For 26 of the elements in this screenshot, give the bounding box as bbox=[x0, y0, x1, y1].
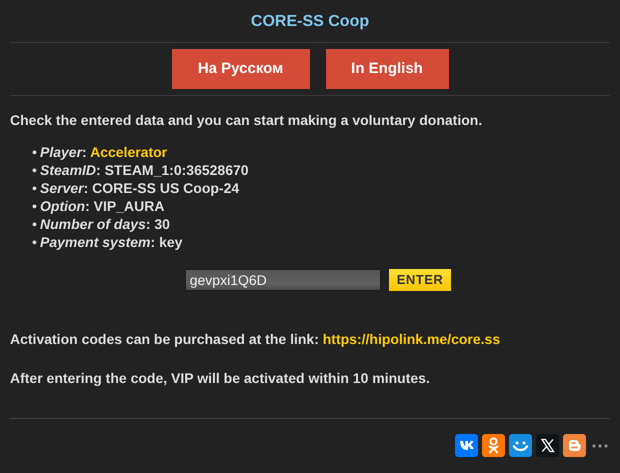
enter-button[interactable]: ENTER bbox=[388, 269, 452, 291]
bullet: • bbox=[32, 143, 38, 161]
smile-icon[interactable] bbox=[509, 434, 532, 457]
bullet: • bbox=[32, 233, 38, 251]
detail-text: Number of days: 30 bbox=[40, 215, 170, 233]
x-logo-icon[interactable] bbox=[536, 434, 559, 457]
bullet: • bbox=[32, 179, 38, 197]
stick-figure-icon[interactable] bbox=[482, 434, 505, 457]
detail-text: SteamID: STEAM_1:0:36528670 bbox=[40, 161, 249, 179]
detail-text: Player: Accelerator bbox=[40, 143, 168, 161]
note-text: After entering the code, VIP will be activated within 10 minutes. bbox=[10, 369, 431, 388]
bullet: • bbox=[32, 197, 38, 215]
language-button[interactable]: In English bbox=[326, 49, 448, 89]
language-button[interactable]: На Русском bbox=[172, 49, 310, 89]
bullet: • bbox=[32, 161, 38, 179]
code-field[interactable]: gevpxi1Q6D bbox=[184, 269, 381, 291]
page-title: CORE-SS Coop bbox=[250, 12, 370, 32]
blogger-logo-icon[interactable] bbox=[563, 434, 586, 457]
detail-text: Payment system: key bbox=[40, 233, 182, 251]
purchase-link[interactable]: https://hipolink.me/core.ss bbox=[322, 331, 500, 347]
purchase-text: Activation codes can be purchased at the link: https://hipolink.me/core.ss bbox=[10, 330, 502, 349]
intro-text: Check the entered data and you can start making a voluntary donation. bbox=[10, 111, 484, 130]
bullet: • bbox=[32, 215, 38, 233]
detail-text: Server: CORE-SS US Coop-24 bbox=[40, 179, 240, 197]
detail-text: Option: VIP_AURA bbox=[40, 197, 164, 215]
vk-logo-icon[interactable] bbox=[455, 434, 478, 457]
